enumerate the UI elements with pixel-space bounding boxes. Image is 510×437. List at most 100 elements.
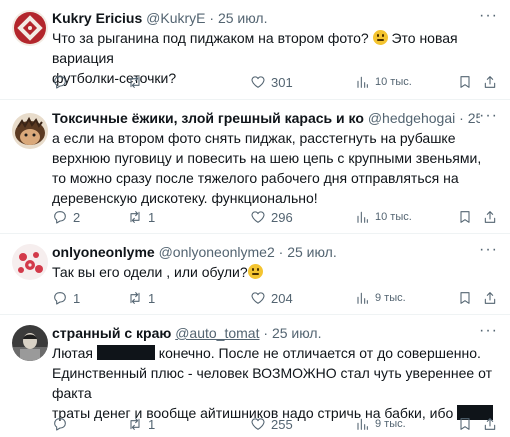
- like-count: 301: [271, 74, 293, 90]
- like-button[interactable]: 204: [250, 289, 293, 307]
- separator-dot: ·: [209, 10, 215, 26]
- heart-icon: [251, 211, 265, 223]
- grinning-emoji-icon: [247, 264, 263, 279]
- like-count: 255: [271, 416, 293, 432]
- user-handle[interactable]: @KukryE: [146, 10, 205, 26]
- avatar[interactable]: [12, 10, 48, 46]
- repost-icon: [130, 211, 140, 223]
- display-name[interactable]: Kukry Ericius: [52, 10, 142, 26]
- heart-icon: [251, 418, 265, 430]
- tweet-header: Kukry Ericius @KukryE · 25 июл.: [52, 9, 480, 27]
- share-icon: [484, 76, 496, 88]
- views-icon: [357, 418, 368, 430]
- reply-count: 1: [73, 290, 81, 306]
- display-name[interactable]: onlyoneonlyme: [52, 244, 155, 260]
- timestamp[interactable]: 25 июл.: [272, 325, 322, 341]
- display-name[interactable]: Токсичные ёжики, злой грешный карась и к…: [52, 110, 364, 126]
- tweet[interactable]: onlyoneonlyme @onlyoneonlyme2 · 25 июл. …: [0, 234, 510, 315]
- share-button[interactable]: [482, 208, 498, 226]
- views-button[interactable]: 9 тыс.: [354, 289, 406, 307]
- reply-icon: [54, 418, 66, 431]
- tweet-header: странный с краю @auto_tomat · 25 июл.: [52, 324, 480, 342]
- redacted-block: [96, 345, 155, 360]
- view-count: 9 тыс.: [375, 292, 406, 304]
- separator-dot: ·: [459, 110, 464, 126]
- repost-icon: [130, 292, 140, 304]
- share-icon: [484, 211, 496, 223]
- bookmark-button[interactable]: [457, 289, 473, 307]
- tweet-text: Так вы его одели , или обули?: [52, 262, 496, 282]
- bookmark-button[interactable]: [457, 73, 473, 91]
- repost-button[interactable]: [127, 73, 148, 91]
- bookmark-icon: [460, 76, 470, 88]
- tweet[interactable]: Kukry Ericius @KukryE · 25 июл. ··· Что …: [0, 0, 510, 100]
- view-count: 9 тыс.: [375, 418, 406, 430]
- views-icon: [357, 292, 368, 304]
- repost-icon: [130, 76, 140, 88]
- reply-button[interactable]: 2: [52, 208, 80, 226]
- avatar[interactable]: [12, 244, 48, 280]
- repost-button[interactable]: 1: [127, 289, 155, 307]
- like-button[interactable]: 296: [250, 208, 293, 226]
- views-icon: [357, 76, 368, 88]
- reply-icon: [54, 76, 66, 89]
- bookmark-icon: [460, 418, 470, 430]
- repost-button[interactable]: 1: [127, 208, 155, 226]
- repost-count: 1: [148, 290, 156, 306]
- separator-dot: ·: [278, 244, 284, 260]
- bookmark-button[interactable]: [457, 415, 473, 433]
- views-button[interactable]: 10 тыс.: [354, 208, 412, 226]
- tweet-text: а если на втором фото снять пиджак, расс…: [52, 130, 482, 206]
- view-count: 10 тыс.: [375, 211, 412, 223]
- timestamp[interactable]: 25 июл.: [287, 244, 337, 260]
- reply-button[interactable]: 1: [52, 289, 80, 307]
- reply-icon: [54, 292, 66, 305]
- user-handle[interactable]: @onlyoneonlyme2: [159, 244, 275, 260]
- user-handle[interactable]: @hedgehogai: [368, 110, 455, 126]
- avatar[interactable]: [12, 325, 48, 361]
- more-options-icon[interactable]: ···: [479, 108, 498, 124]
- reply-button[interactable]: [52, 415, 73, 433]
- tweet-actions: 1 255 9 тыс.: [52, 415, 500, 433]
- reply-button[interactable]: [52, 73, 73, 91]
- text-line: Что за рыганина под пиджаком на втором ф…: [52, 30, 369, 46]
- bookmark-button[interactable]: [457, 208, 473, 226]
- more-options-icon[interactable]: ···: [479, 8, 498, 24]
- share-button[interactable]: [482, 73, 498, 91]
- views-button[interactable]: 10 тыс.: [354, 73, 412, 91]
- more-options-icon[interactable]: ···: [479, 242, 498, 258]
- share-button[interactable]: [482, 415, 498, 433]
- repost-button[interactable]: 1: [127, 415, 155, 433]
- tweet-header: onlyoneonlyme @onlyoneonlyme2 · 25 июл.: [52, 243, 480, 261]
- tweet-actions: 2 1 296 10 тыс.: [52, 208, 500, 226]
- text-line: Единственный плюс - человек ВОЗМОЖНО ста…: [52, 365, 492, 401]
- views-icon: [357, 211, 368, 223]
- grimacing-emoji-icon: [372, 30, 388, 45]
- repost-icon: [130, 418, 140, 430]
- views-button[interactable]: 9 тыс.: [354, 415, 406, 433]
- text-line: Так вы его одели , или обули?: [52, 264, 248, 280]
- reply-count: 2: [73, 209, 81, 225]
- share-icon: [484, 292, 496, 304]
- repost-count: 1: [148, 416, 156, 432]
- repost-count: 1: [148, 209, 156, 225]
- tweet-header: Токсичные ёжики, злой грешный карась и к…: [52, 109, 480, 127]
- avatar[interactable]: [12, 113, 48, 149]
- view-count: 10 тыс.: [375, 76, 412, 88]
- heart-icon: [251, 292, 265, 304]
- tweet[interactable]: Токсичные ёжики, злой грешный карась и к…: [0, 100, 510, 234]
- timestamp[interactable]: 25 июл.: [218, 10, 268, 26]
- tweet-text: Лютая конечно. После не отличается от до…: [52, 343, 496, 423]
- like-button[interactable]: 301: [250, 73, 293, 91]
- more-options-icon[interactable]: ···: [479, 323, 498, 339]
- like-button[interactable]: 255: [250, 415, 293, 433]
- text-line: Лютая: [52, 345, 94, 361]
- like-count: 296: [271, 209, 293, 225]
- reply-icon: [54, 211, 66, 224]
- tweet[interactable]: странный с краю @auto_tomat · 25 июл. ··…: [0, 315, 510, 437]
- share-button[interactable]: [482, 289, 498, 307]
- display-name[interactable]: странный с краю: [52, 325, 171, 341]
- heart-icon: [251, 76, 265, 88]
- text-line: конечно. После не отличается от до совер…: [158, 345, 481, 361]
- user-handle[interactable]: @auto_tomat: [175, 325, 259, 341]
